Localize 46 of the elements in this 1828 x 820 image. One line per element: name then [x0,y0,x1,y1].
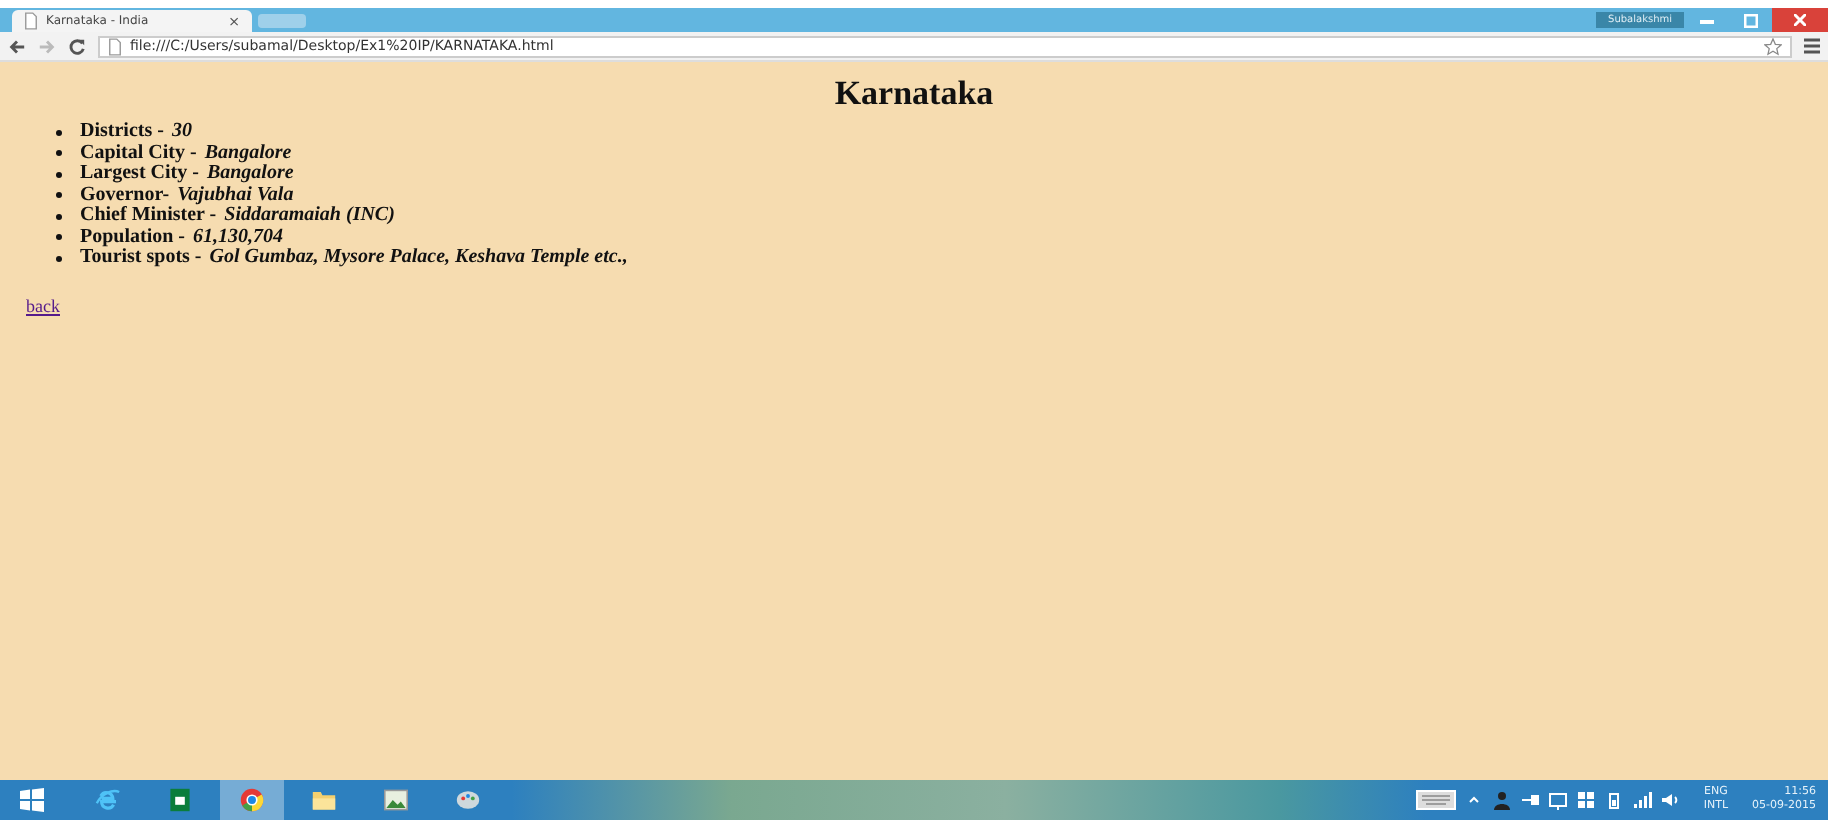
fact-value: Siddaramaiah (INC) [224,206,395,227]
fact-value: Bangalore [204,143,292,163]
page-icon [24,12,38,30]
fact-label: Largest City - [80,164,199,185]
minimize-icon [1699,17,1713,23]
bullet-icon [56,213,62,220]
bullet-icon [56,255,62,262]
close-icon [1794,14,1806,26]
chrome-icon [236,784,268,816]
bullet-icon [56,192,62,199]
menu-icon[interactable] [1804,38,1820,54]
internet-explorer-icon [92,784,124,816]
windows-flag-icon[interactable] [1575,790,1596,810]
back-link[interactable]: back [26,295,60,315]
close-button[interactable] [1772,8,1828,32]
fact-label: Capital City - [80,143,197,163]
restore-icon [1743,13,1757,27]
bullet-icon [56,150,62,157]
battery-icon[interactable] [1603,790,1624,810]
back-arrow-icon[interactable] [8,37,26,55]
store-icon [164,784,196,816]
fact-label: Districts - [80,122,164,143]
windows-logo-icon[interactable] [20,788,44,812]
signal-icon[interactable] [1631,790,1652,810]
keyboard-icon[interactable] [1415,790,1456,810]
fact-value: 30 [171,122,192,143]
fact-label: Governor- [80,185,170,205]
fact-label: Tourist spots - [80,248,202,269]
fact-value: Vajubhai Vala [177,185,294,205]
page-icon [108,37,122,55]
fact-value: Bangalore [206,164,294,185]
bullet-icon [56,129,62,136]
image-viewer-icon [380,784,412,816]
fact-value: Gol Gumbaz, Mysore Palace, Keshava Temple etc., [209,248,628,269]
bullet-icon [56,234,62,241]
fact-value: 61,130,704 [193,227,284,248]
speaker-icon[interactable] [1659,790,1680,810]
fact-label: Chief Minister - [80,206,217,227]
page-heading: Karnataka [832,72,996,114]
person-icon[interactable] [1491,790,1512,810]
reload-icon[interactable] [68,37,86,55]
star-icon[interactable] [1764,37,1782,55]
bullet-icon [56,171,62,178]
plug-icon[interactable] [1519,790,1540,810]
fact-label: Population - [80,227,186,247]
taskbar-button[interactable] [220,780,284,820]
